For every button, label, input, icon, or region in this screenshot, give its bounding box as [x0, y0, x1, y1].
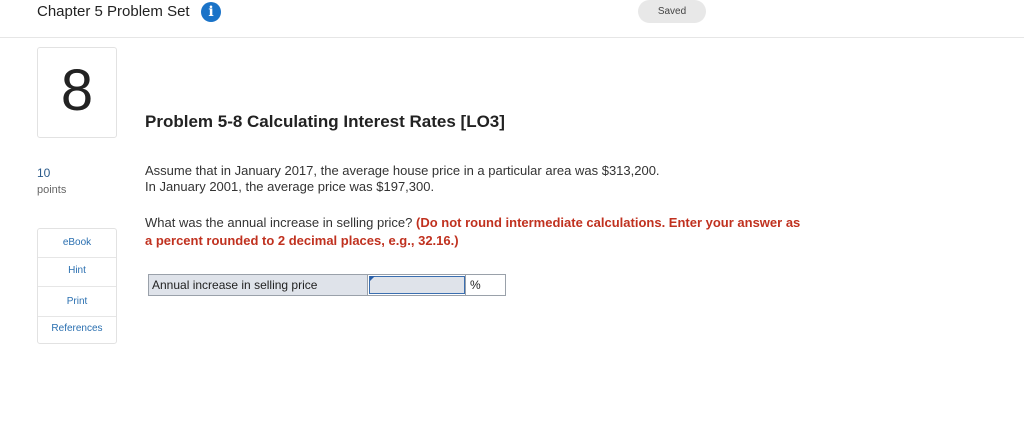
hint-link[interactable]: Hint — [38, 265, 116, 276]
print-link[interactable]: Print — [38, 296, 116, 307]
points-label: points — [37, 184, 67, 196]
saved-status-badge: Saved — [638, 0, 706, 23]
problem-statement: Assume that in January 2017, the average… — [145, 163, 785, 195]
side-menu: eBook Hint Print References — [37, 228, 117, 344]
points-value: 10 — [37, 166, 51, 180]
references-link[interactable]: References — [38, 323, 116, 334]
ebook-link[interactable]: eBook — [38, 237, 116, 248]
question-text: What was the annual increase in selling … — [145, 215, 416, 230]
answer-input-cell — [368, 274, 466, 296]
answer-label: Annual increase in selling price — [148, 274, 368, 296]
divider — [38, 257, 116, 258]
question-number: 8 — [60, 58, 94, 123]
top-bar: Chapter 5 Problem Set i Saved — [0, 0, 1024, 38]
info-icon[interactable]: i — [201, 2, 221, 22]
problem-statement-line-1: Assume that in January 2017, the average… — [145, 163, 660, 178]
answer-row: Annual increase in selling price % — [148, 274, 506, 296]
answer-unit: % — [466, 274, 506, 296]
problem-statement-line-2: In January 2001, the average price was $… — [145, 179, 435, 194]
divider — [38, 316, 116, 317]
divider — [38, 286, 116, 287]
problem-set-title: Chapter 5 Problem Set — [37, 3, 190, 20]
answer-input[interactable] — [369, 276, 465, 294]
question-prompt: What was the annual increase in selling … — [145, 214, 805, 250]
question-number-box: 8 — [37, 47, 117, 138]
input-marker-icon — [370, 276, 375, 281]
problem-title: Problem 5-8 Calculating Interest Rates [… — [145, 112, 505, 131]
